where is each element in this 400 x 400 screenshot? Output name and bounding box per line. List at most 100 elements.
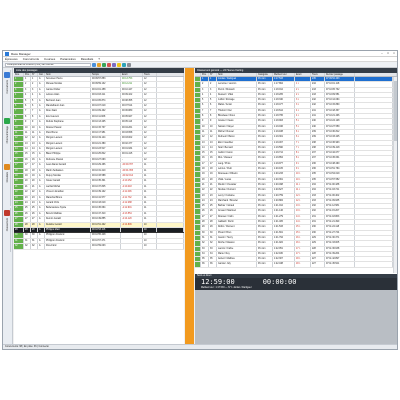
pos-cell: 26 [24, 211, 31, 217]
app-logo-icon [5, 51, 9, 56]
app-window: Race Manager – □ × Épreuves Concurrents … [2, 50, 398, 350]
last-pass-cell: 07:11:39.264 [325, 251, 355, 257]
category-cell: Pro Am [257, 225, 273, 230]
number-cell: 8 [209, 114, 217, 119]
column-header-pos[interactable]: Pos. [24, 73, 31, 76]
name-cell: Dubreuil / Baron [217, 135, 257, 140]
category-cell: Pro Am [257, 220, 273, 225]
category-cell: A [38, 206, 45, 211]
best-lap-cell: 1:19.854 [273, 156, 295, 161]
column-header-time[interactable]: Temps [91, 73, 121, 76]
column-header-name[interactable]: Nom [45, 73, 91, 76]
race-time-display: 12:59:00 [201, 278, 235, 286]
gap-cell [121, 227, 143, 233]
pos-cell: 6 [24, 103, 31, 109]
event-select[interactable]: Championnat de France (PRV) de Course [5, 62, 91, 67]
laps-cell: 237 [311, 151, 325, 156]
last-pass-cell: 07:11:42.897 [325, 257, 355, 262]
number-cell: 3 [31, 87, 38, 93]
time-cell: 00:10:45.664 [91, 206, 121, 211]
column-header-bib[interactable]: Dos. [14, 73, 24, 76]
last-pass-cell: 07:10:33.245 [325, 135, 355, 140]
column-header-category[interactable]: Cat. [38, 73, 45, 76]
column-header-laps[interactable]: Tours [311, 73, 325, 76]
name-cell: Morgon Laurent [45, 141, 91, 147]
empty-cell [157, 114, 184, 120]
name-cell: Juillot / Romage [217, 98, 257, 103]
menu-item-parametres[interactable]: Paramètres [60, 57, 76, 61]
column-header-name[interactable]: Nom [217, 73, 257, 76]
name-cell: Philippon Frédéric [45, 233, 91, 238]
column-header-laps[interactable]: Tours [143, 73, 157, 76]
number-cell: 23 [31, 195, 38, 200]
open-icon[interactable] [97, 62, 101, 67]
last-pass-cell: 07:10:30.812 [325, 129, 355, 135]
best-lap-cell: 1:18.012 [273, 87, 295, 92]
column-header-pos[interactable]: Pos. [201, 73, 209, 76]
laps-cell: 12 [143, 141, 157, 147]
gap-cell: 13 t. [295, 204, 311, 209]
scrollbar-thumb[interactable] [394, 81, 397, 141]
bib-cell: 5 [14, 98, 24, 103]
column-header-extra[interactable] [355, 73, 397, 76]
best-lap-cell: 1:22.051 [273, 246, 295, 251]
sidebar-tab-label: Concurrents [5, 80, 9, 94]
sidebar-tab-chronometrage[interactable]: Chronométrage [4, 116, 11, 160]
new-icon[interactable] [92, 62, 96, 67]
sidebar-tab-concurrents[interactable]: Concurrents [4, 70, 11, 114]
column-header-best-lap[interactable]: Meilleur tour [273, 73, 295, 76]
category-cell: Pro Am [257, 156, 273, 161]
category-cell: Pro Am [257, 230, 273, 235]
empty-cell [157, 244, 184, 249]
sidebar-tab-resultats[interactable]: Résultats [4, 162, 11, 206]
category-cell: Pro Am [257, 124, 273, 129]
flag-icon[interactable] [117, 62, 121, 67]
column-header-category[interactable]: Catégorie [257, 73, 273, 76]
menu-item-resultats[interactable]: Résultats [81, 57, 94, 61]
name-cell: Dufresne Pascal [45, 157, 91, 163]
menu-item-epreuves[interactable]: Épreuves [5, 57, 18, 61]
close-button[interactable]: × [391, 51, 397, 56]
empty-cell [355, 151, 393, 156]
empty-cell [157, 103, 184, 109]
number-cell: 19 [209, 172, 217, 177]
column-header-gap[interactable]: Écart [121, 73, 143, 76]
menu-item-courses[interactable]: Courses [44, 57, 55, 61]
empty-cell [157, 233, 184, 238]
settings-icon[interactable] [127, 62, 131, 67]
gap-cell: 17 t. [295, 246, 311, 251]
sidebar-tab-label: Chronométrage [5, 126, 9, 144]
column-header-extra[interactable] [157, 73, 184, 76]
column-header-number[interactable]: N° [209, 73, 217, 76]
stop-icon[interactable] [107, 62, 111, 67]
column-header-number[interactable]: N° [31, 73, 38, 76]
print-icon[interactable] [112, 62, 116, 67]
remaining-time-display: 00:00:00 [262, 278, 297, 286]
standings-scrollbar[interactable] [393, 77, 397, 273]
laps-cell: 12 [143, 147, 157, 152]
gap-cell: 10 t. [295, 177, 311, 182]
column-header-last-pass[interactable]: Dernier passage [325, 73, 355, 76]
column-header-gap[interactable]: Écart [295, 73, 311, 76]
splitter-bar[interactable] [185, 68, 194, 344]
save-icon[interactable] [102, 62, 106, 67]
standings-row[interactable]: 36 36 Garcia / Joly Pro Am 1:22.438 18 t. 227 0… [195, 262, 393, 268]
pos-cell: 36 [201, 262, 209, 267]
number-cell: 15 [31, 152, 38, 157]
empty-cell [157, 179, 184, 184]
refresh-icon[interactable] [122, 62, 126, 67]
pos-cell: 1 [24, 77, 31, 82]
menu-item-help[interactable]: ? [98, 57, 100, 61]
category-cell: A [38, 82, 45, 87]
name-cell: Bonvin Mathias [45, 211, 91, 217]
menu-item-concurrents[interactable]: Concurrents [23, 57, 39, 61]
category-cell: A [38, 77, 45, 82]
passage-row[interactable]: 32 32 32 A Pérez Éric 00:10:59.003 10 [14, 244, 184, 250]
category-cell: A [38, 168, 45, 174]
empty-cell [355, 82, 393, 87]
standings-panel: Classement général — 24 Heures Karting P… [195, 68, 397, 344]
pos-cell: 27 [201, 214, 209, 220]
sidebar-tab-classement[interactable]: Classement [4, 208, 11, 252]
empty-cell [355, 198, 393, 204]
empty-cell [355, 87, 393, 92]
